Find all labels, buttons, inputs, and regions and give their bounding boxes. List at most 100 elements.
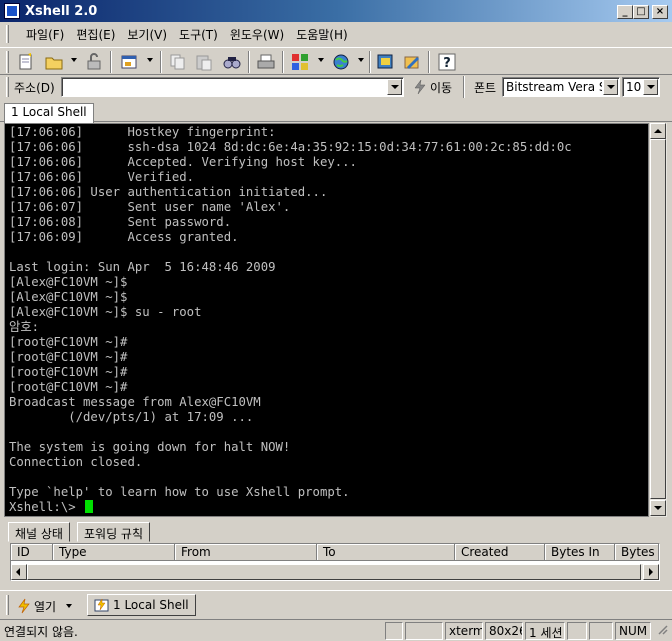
- addressbar-grip[interactable]: [6, 77, 9, 97]
- menu-view[interactable]: 보기(V): [121, 26, 173, 43]
- close-button[interactable]: ×: [652, 5, 668, 19]
- compose-icon[interactable]: [402, 52, 422, 72]
- taskbar-item-local-shell[interactable]: 1 Local Shell: [87, 594, 196, 616]
- status-pane-empty: [385, 622, 403, 640]
- column-header-from[interactable]: From: [175, 544, 317, 561]
- scroll-thumb[interactable]: [650, 139, 666, 499]
- terminal-vertical-scrollbar[interactable]: [650, 123, 667, 517]
- open-label: 열기: [34, 599, 57, 614]
- session-taskbar: 열기 1 Local Shell: [0, 590, 672, 618]
- terminal-line: [17:06:09] Access granted.: [9, 230, 239, 244]
- menu-edit[interactable]: 편집(E): [70, 26, 121, 43]
- copy-icon[interactable]: [168, 52, 188, 72]
- layout-dropdown-icon[interactable]: [318, 58, 324, 62]
- xftp-icon[interactable]: [376, 52, 396, 72]
- status-term-size: 80x26: [485, 622, 523, 640]
- print-icon[interactable]: [256, 52, 276, 72]
- paste-icon[interactable]: [194, 52, 214, 72]
- address-combobox[interactable]: [61, 77, 404, 97]
- maximize-button[interactable]: □: [633, 5, 649, 19]
- toolbar: ?: [0, 47, 672, 75]
- column-header-bytes-in[interactable]: Bytes In: [545, 544, 615, 561]
- address-dropdown-button[interactable]: [387, 79, 402, 95]
- help-icon[interactable]: ?: [437, 52, 457, 72]
- go-label: 이동: [430, 80, 453, 95]
- go-button[interactable]: 이동: [412, 77, 452, 97]
- tab-local-shell[interactable]: 1 Local Shell: [4, 103, 94, 123]
- status-pane-empty: [405, 622, 443, 640]
- svg-text:?: ?: [443, 56, 451, 71]
- scroll-right-button[interactable]: [643, 564, 659, 580]
- toolbar-separator: [369, 51, 371, 73]
- toolbar-separator: [428, 51, 430, 73]
- taskbar-grip[interactable]: [6, 595, 9, 615]
- toolbar-separator: [463, 76, 465, 98]
- terminal-line: [17:06:07] Sent user name 'Alex'.: [9, 200, 291, 214]
- chevron-down-icon[interactable]: [66, 604, 73, 608]
- globe-dropdown-icon[interactable]: [358, 58, 364, 62]
- terminal-line: [Alex@FC10VM ~]$: [9, 275, 128, 289]
- status-message: 연결되지 않음.: [4, 625, 78, 639]
- open-button[interactable]: 열기: [12, 595, 76, 617]
- menu-file[interactable]: 파일(F): [20, 26, 70, 43]
- scroll-left-button[interactable]: [11, 564, 27, 580]
- title-bar[interactable]: Xshell 2.0 _ □ ×: [0, 0, 672, 22]
- column-header-created[interactable]: Created: [455, 544, 545, 561]
- font-family-dropdown-button[interactable]: [603, 79, 618, 95]
- disconnect-icon[interactable]: [84, 52, 104, 72]
- column-header-id[interactable]: ID: [11, 544, 53, 561]
- list-horizontal-scrollbar[interactable]: [11, 564, 659, 580]
- scroll-down-button[interactable]: [650, 500, 666, 516]
- globe-icon[interactable]: [331, 52, 351, 72]
- new-session-icon[interactable]: [16, 52, 36, 72]
- lightning-icon: [18, 598, 30, 614]
- terminal-line: [17:06:06] Accepted. Verifying host key.…: [9, 155, 357, 169]
- column-header-bytes-out[interactable]: Bytes Out: [615, 544, 659, 561]
- menubar-grip[interactable]: [6, 25, 9, 43]
- column-header-type[interactable]: Type: [53, 544, 175, 561]
- terminal-line: [17:06:06] Verified.: [9, 170, 195, 184]
- terminal-view[interactable]: [17:06:06] Hostkey fingerprint: [17:06:0…: [4, 123, 649, 517]
- column-header-to[interactable]: To: [317, 544, 455, 561]
- tab-channel-status[interactable]: 채널 상태: [8, 522, 70, 542]
- properties-dropdown-icon[interactable]: [147, 58, 153, 62]
- terminal-line: [17:06:06] Hostkey fingerprint:: [9, 125, 276, 139]
- terminal-line: Last login: Sun Apr 5 16:48:46 2009: [9, 260, 276, 274]
- open-folder-icon[interactable]: [44, 52, 64, 72]
- taskbar-item-label: 1 Local Shell: [113, 598, 189, 612]
- terminal-line: [17:06:08] Sent password.: [9, 215, 232, 229]
- font-label: 폰트: [474, 81, 497, 95]
- address-bar: 주소(D) 이동 폰트 Bitstream Vera S 10: [0, 75, 672, 99]
- minimize-button[interactable]: _: [617, 5, 633, 19]
- terminal-line: Connection closed.: [9, 455, 143, 469]
- terminal-prompt: Xshell:\>: [9, 500, 84, 514]
- terminal-line: [Alex@FC10VM ~]$ su - root: [9, 305, 202, 319]
- layout-icon[interactable]: [290, 52, 310, 72]
- menu-help[interactable]: 도움말(H): [290, 26, 354, 43]
- horizontal-scroll-thumb[interactable]: [27, 564, 641, 580]
- status-session-count: 1 세션: [525, 622, 565, 640]
- properties-icon[interactable]: [119, 52, 139, 72]
- scroll-up-button[interactable]: [650, 123, 666, 139]
- tab-forwarding-rules[interactable]: 포워딩 규칙: [77, 522, 151, 542]
- font-size-dropdown-button[interactable]: [643, 79, 658, 95]
- menu-bar: 파일(F) 편집(E) 보기(V) 도구(T) 윈도우(W) 도움말(H): [0, 22, 672, 46]
- toolbar-separator: [160, 51, 162, 73]
- menu-tools[interactable]: 도구(T): [173, 26, 224, 43]
- toolbar-separator: [110, 51, 112, 73]
- resize-grip-icon[interactable]: [653, 622, 669, 640]
- channel-list[interactable]: ID Type From To Created Bytes In Bytes O…: [10, 543, 660, 581]
- session-icon: [94, 598, 109, 612]
- font-size-select[interactable]: 10: [622, 77, 660, 97]
- font-family-select[interactable]: Bitstream Vera S: [502, 77, 620, 97]
- address-input[interactable]: [64, 79, 384, 95]
- window-title: Xshell 2.0: [25, 3, 98, 19]
- menu-window[interactable]: 윈도우(W): [224, 26, 290, 43]
- font-size-value: 10: [626, 80, 642, 94]
- open-dropdown-icon[interactable]: [71, 58, 77, 62]
- find-icon[interactable]: [222, 52, 242, 72]
- terminal-line: [root@FC10VM ~]#: [9, 380, 128, 394]
- toolbar-grip[interactable]: [6, 51, 9, 73]
- status-bar: 연결되지 않음. xterm 80x26 1 세션 NUM: [0, 619, 672, 641]
- status-pane-empty: [589, 622, 613, 640]
